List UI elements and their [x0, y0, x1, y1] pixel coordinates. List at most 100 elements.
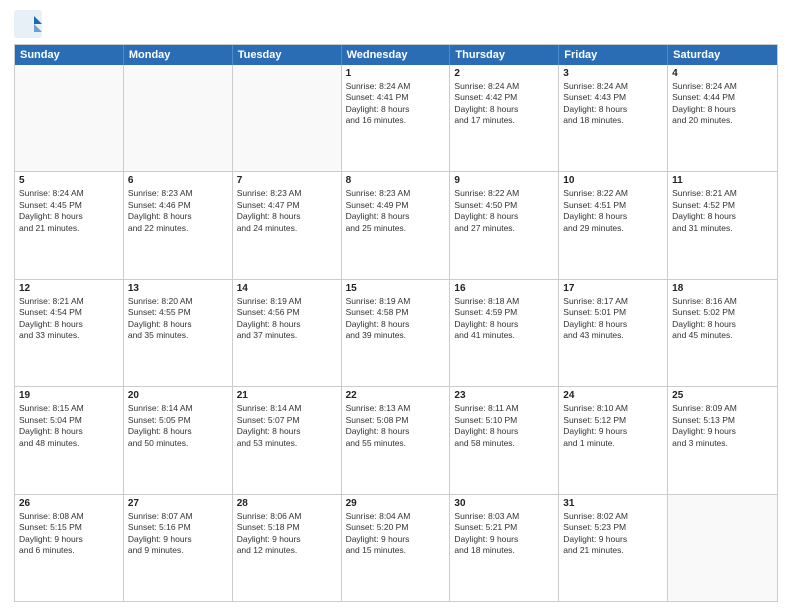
- calendar-day-11: 11 Sunrise: 8:21 AM Sunset: 4:52 PM Dayli…: [668, 172, 777, 278]
- day-info: Sunrise: 8:21 AM Sunset: 4:54 PM Dayligh…: [19, 296, 119, 342]
- calendar-day-13: 13 Sunrise: 8:20 AM Sunset: 4:55 PM Dayli…: [124, 280, 233, 386]
- calendar-day-9: 9 Sunrise: 8:22 AM Sunset: 4:50 PM Daylig…: [450, 172, 559, 278]
- day-number: 5: [19, 175, 119, 186]
- day-info: Sunrise: 8:21 AM Sunset: 4:52 PM Dayligh…: [672, 188, 773, 234]
- day-number: 31: [563, 498, 663, 509]
- day-info: Sunrise: 8:19 AM Sunset: 4:56 PM Dayligh…: [237, 296, 337, 342]
- calendar-day-4: 4 Sunrise: 8:24 AM Sunset: 4:44 PM Daylig…: [668, 65, 777, 171]
- day-number: 12: [19, 283, 119, 294]
- day-number: 28: [237, 498, 337, 509]
- day-info: Sunrise: 8:23 AM Sunset: 4:46 PM Dayligh…: [128, 188, 228, 234]
- calendar-week-3: 12 Sunrise: 8:21 AM Sunset: 4:54 PM Dayli…: [15, 279, 777, 386]
- calendar-day-30: 30 Sunrise: 8:03 AM Sunset: 5:21 PM Dayli…: [450, 495, 559, 601]
- calendar-day-1: 1Sunrise: 8:24 AM Sunset: 4:41 PM Daylig…: [342, 65, 451, 171]
- day-info: Sunrise: 8:15 AM Sunset: 5:04 PM Dayligh…: [19, 403, 119, 449]
- calendar-day-19: 19 Sunrise: 8:15 AM Sunset: 5:04 PM Dayli…: [15, 387, 124, 493]
- day-info: Sunrise: 8:24 AM Sunset: 4:41 PM Dayligh…: [346, 81, 446, 127]
- header-day-saturday: Saturday: [668, 45, 777, 65]
- day-number: 19: [19, 390, 119, 401]
- day-info: Sunrise: 8:24 AM Sunset: 4:44 PM Dayligh…: [672, 81, 773, 127]
- calendar-day-23: 23 Sunrise: 8:11 AM Sunset: 5:10 PM Dayli…: [450, 387, 559, 493]
- calendar-day-empty: [124, 65, 233, 171]
- calendar-day-empty: [15, 65, 124, 171]
- day-number: 9: [454, 175, 554, 186]
- calendar: SundayMondayTuesdayWednesdayThursdayFrid…: [14, 44, 778, 602]
- day-number: 4: [672, 68, 773, 79]
- day-info: Sunrise: 8:24 AM Sunset: 4:45 PM Dayligh…: [19, 188, 119, 234]
- header-day-sunday: Sunday: [15, 45, 124, 65]
- calendar-day-28: 28Sunrise: 8:06 AM Sunset: 5:18 PM Dayli…: [233, 495, 342, 601]
- calendar-day-15: 15 Sunrise: 8:19 AM Sunset: 4:58 PM Dayli…: [342, 280, 451, 386]
- calendar-day-24: 24Sunrise: 8:10 AM Sunset: 5:12 PM Dayli…: [559, 387, 668, 493]
- calendar-day-29: 29 Sunrise: 8:04 AM Sunset: 5:20 PM Dayli…: [342, 495, 451, 601]
- day-info: Sunrise: 8:19 AM Sunset: 4:58 PM Dayligh…: [346, 296, 446, 342]
- calendar-day-26: 26 Sunrise: 8:08 AM Sunset: 5:15 PM Dayli…: [15, 495, 124, 601]
- day-info: Sunrise: 8:03 AM Sunset: 5:21 PM Dayligh…: [454, 511, 554, 557]
- calendar-day-27: 27 Sunrise: 8:07 AM Sunset: 5:16 PM Dayli…: [124, 495, 233, 601]
- day-info: Sunrise: 8:14 AM Sunset: 5:05 PM Dayligh…: [128, 403, 228, 449]
- day-number: 6: [128, 175, 228, 186]
- day-info: Sunrise: 8:04 AM Sunset: 5:20 PM Dayligh…: [346, 511, 446, 557]
- calendar-day-20: 20 Sunrise: 8:14 AM Sunset: 5:05 PM Dayli…: [124, 387, 233, 493]
- day-info: Sunrise: 8:08 AM Sunset: 5:15 PM Dayligh…: [19, 511, 119, 557]
- calendar-day-empty: [233, 65, 342, 171]
- calendar-day-31: 31 Sunrise: 8:02 AM Sunset: 5:23 PM Dayli…: [559, 495, 668, 601]
- calendar-day-8: 8 Sunrise: 8:23 AM Sunset: 4:49 PM Daylig…: [342, 172, 451, 278]
- day-info: Sunrise: 8:17 AM Sunset: 5:01 PM Dayligh…: [563, 296, 663, 342]
- calendar-day-10: 10Sunrise: 8:22 AM Sunset: 4:51 PM Dayli…: [559, 172, 668, 278]
- day-number: 29: [346, 498, 446, 509]
- calendar-day-2: 2 Sunrise: 8:24 AM Sunset: 4:42 PM Daylig…: [450, 65, 559, 171]
- day-number: 11: [672, 175, 773, 186]
- day-number: 20: [128, 390, 228, 401]
- day-number: 3: [563, 68, 663, 79]
- day-number: 26: [19, 498, 119, 509]
- calendar-day-12: 12 Sunrise: 8:21 AM Sunset: 4:54 PM Dayli…: [15, 280, 124, 386]
- day-number: 8: [346, 175, 446, 186]
- day-number: 21: [237, 390, 337, 401]
- calendar-day-16: 16Sunrise: 8:18 AM Sunset: 4:59 PM Dayli…: [450, 280, 559, 386]
- day-number: 15: [346, 283, 446, 294]
- header-day-friday: Friday: [559, 45, 668, 65]
- header-day-wednesday: Wednesday: [342, 45, 451, 65]
- calendar-day-21: 21 Sunrise: 8:14 AM Sunset: 5:07 PM Dayli…: [233, 387, 342, 493]
- day-number: 17: [563, 283, 663, 294]
- day-number: 27: [128, 498, 228, 509]
- day-info: Sunrise: 8:07 AM Sunset: 5:16 PM Dayligh…: [128, 511, 228, 557]
- day-info: Sunrise: 8:14 AM Sunset: 5:07 PM Dayligh…: [237, 403, 337, 449]
- day-info: Sunrise: 8:22 AM Sunset: 4:51 PM Dayligh…: [563, 188, 663, 234]
- day-info: Sunrise: 8:24 AM Sunset: 4:42 PM Dayligh…: [454, 81, 554, 127]
- calendar-week-2: 5 Sunrise: 8:24 AM Sunset: 4:45 PM Daylig…: [15, 171, 777, 278]
- day-number: 16: [454, 283, 554, 294]
- header-day-monday: Monday: [124, 45, 233, 65]
- calendar-day-5: 5 Sunrise: 8:24 AM Sunset: 4:45 PM Daylig…: [15, 172, 124, 278]
- day-info: Sunrise: 8:02 AM Sunset: 5:23 PM Dayligh…: [563, 511, 663, 557]
- calendar-day-7: 7Sunrise: 8:23 AM Sunset: 4:47 PM Daylig…: [233, 172, 342, 278]
- day-number: 14: [237, 283, 337, 294]
- day-number: 23: [454, 390, 554, 401]
- calendar-day-17: 17 Sunrise: 8:17 AM Sunset: 5:01 PM Dayli…: [559, 280, 668, 386]
- day-info: Sunrise: 8:23 AM Sunset: 4:47 PM Dayligh…: [237, 188, 337, 234]
- calendar-body: 1Sunrise: 8:24 AM Sunset: 4:41 PM Daylig…: [15, 65, 777, 601]
- day-number: 30: [454, 498, 554, 509]
- header-day-tuesday: Tuesday: [233, 45, 342, 65]
- day-info: Sunrise: 8:20 AM Sunset: 4:55 PM Dayligh…: [128, 296, 228, 342]
- day-number: 24: [563, 390, 663, 401]
- day-number: 13: [128, 283, 228, 294]
- header-day-thursday: Thursday: [450, 45, 559, 65]
- day-info: Sunrise: 8:22 AM Sunset: 4:50 PM Dayligh…: [454, 188, 554, 234]
- page: SundayMondayTuesdayWednesdayThursdayFrid…: [0, 0, 792, 612]
- calendar-day-18: 18Sunrise: 8:16 AM Sunset: 5:02 PM Dayli…: [668, 280, 777, 386]
- day-number: 22: [346, 390, 446, 401]
- calendar-week-5: 26 Sunrise: 8:08 AM Sunset: 5:15 PM Dayli…: [15, 494, 777, 601]
- calendar-header: SundayMondayTuesdayWednesdayThursdayFrid…: [15, 45, 777, 65]
- calendar-day-25: 25Sunrise: 8:09 AM Sunset: 5:13 PM Dayli…: [668, 387, 777, 493]
- day-number: 2: [454, 68, 554, 79]
- logo: [14, 10, 46, 38]
- calendar-day-6: 6 Sunrise: 8:23 AM Sunset: 4:46 PM Daylig…: [124, 172, 233, 278]
- calendar-day-14: 14 Sunrise: 8:19 AM Sunset: 4:56 PM Dayli…: [233, 280, 342, 386]
- day-info: Sunrise: 8:24 AM Sunset: 4:43 PM Dayligh…: [563, 81, 663, 127]
- logo-icon: [14, 10, 42, 38]
- calendar-day-empty: [668, 495, 777, 601]
- day-info: Sunrise: 8:23 AM Sunset: 4:49 PM Dayligh…: [346, 188, 446, 234]
- day-info: Sunrise: 8:11 AM Sunset: 5:10 PM Dayligh…: [454, 403, 554, 449]
